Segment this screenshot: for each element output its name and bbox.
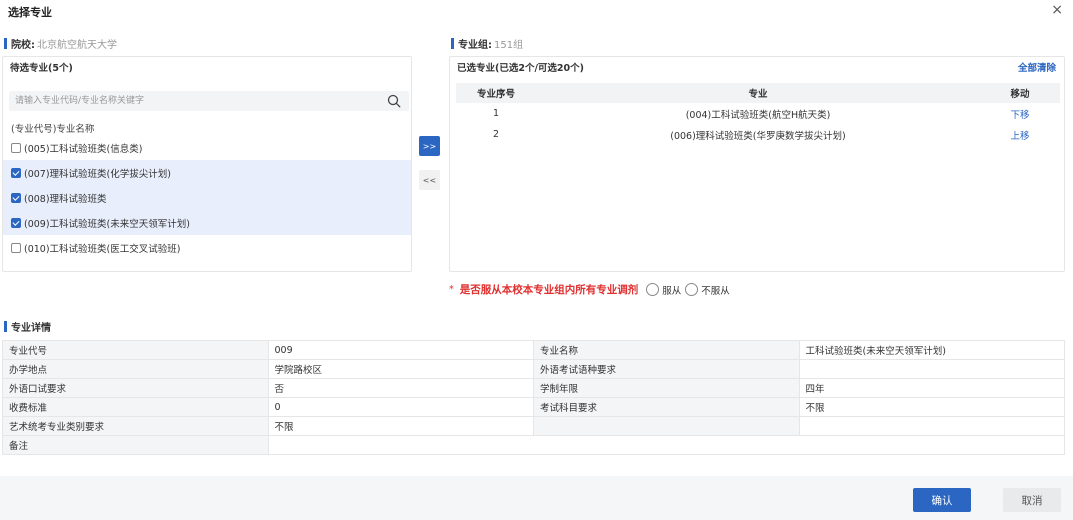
detail-value: 不限 (798, 397, 1065, 417)
detail-value: 工科试验班类(未来空天领军计划) (798, 340, 1065, 360)
candidate-label: (008)理科试验班类 (24, 193, 107, 205)
detail-value (267, 435, 1065, 455)
detail-value (798, 359, 1065, 379)
radio-button[interactable] (685, 283, 699, 296)
detail-value: 四年 (798, 378, 1065, 398)
detail-label: 学制年限 (533, 378, 800, 398)
detail-row: 办学地点 学院路校区 外语考试语种要求 (2, 359, 1065, 379)
column-header: 专业 (536, 83, 980, 103)
close-icon[interactable]: × (1051, 2, 1063, 18)
confirm-button[interactable]: 确认 (913, 488, 971, 512)
candidate-item[interactable]: (010)工科试验班类(医工交叉试验班) (3, 235, 411, 260)
detail-row: 备注 (2, 435, 1065, 455)
option-label: 不服从 (701, 285, 730, 297)
school-label: 院校: 北京航空航天大学 (4, 36, 117, 51)
candidate-item[interactable]: (008)理科试验班类 (3, 185, 411, 210)
selected-table: 专业序号 专业 移动 1 (004)工科试验班类(航空H航天类) 下移 2 (0… (456, 83, 1060, 145)
detail-value: 0 (267, 397, 534, 417)
school-value: 北京航空航天大学 (37, 40, 117, 51)
detail-value: 否 (267, 378, 534, 398)
candidate-label: (005)工科试验班类(信息类) (24, 143, 143, 155)
candidate-item[interactable]: (005)工科试验班类(信息类) (3, 135, 411, 160)
details-table: 专业代号 009 专业名称 工科试验班类(未来空天领军计划) 办学地点 学院路校… (2, 340, 1065, 455)
detail-value: 不限 (267, 416, 534, 436)
table-row: 1 (004)工科试验班类(航空H航天类) 下移 (456, 103, 1060, 124)
detail-label: 艺术统考专业类别要求 (2, 416, 269, 436)
candidate-label: (009)工科试验班类(未来空天领军计划) (24, 218, 190, 230)
detail-label: 收费标准 (2, 397, 269, 417)
row-major: (004)工科试验班类(航空H航天类) (685, 109, 831, 121)
detail-value: 009 (267, 340, 534, 360)
select-major-dialog: 选择专业 × 院校: 北京航空航天大学 专业组: 151组 待选专业(5个) (… (0, 0, 1073, 520)
checkbox[interactable] (11, 242, 21, 253)
detail-value: 学院路校区 (267, 359, 534, 379)
detail-label: 考试科目要求 (533, 397, 800, 417)
remove-selected-button[interactable]: << (419, 170, 440, 190)
detail-value (798, 416, 1065, 436)
detail-row: 艺术统考专业类别要求 不限 (2, 416, 1065, 436)
column-header: 专业序号 (456, 83, 536, 103)
adjust-question-text: 是否服从本校本专业组内所有专业调剂 (459, 284, 639, 296)
move-up-link[interactable]: 上移 (980, 124, 1060, 145)
details-title: 专业详情 (4, 319, 51, 334)
table-row: 2 (006)理科试验班类(华罗庚数学拔尖计划) 上移 (456, 124, 1060, 145)
radio-button[interactable] (646, 283, 660, 296)
candidate-list-header: (专业代号)专业名称 (11, 124, 95, 135)
group-label: 专业组: 151组 (451, 36, 523, 51)
candidate-item[interactable]: (009)工科试验班类(未来空天领军计划) (3, 210, 411, 235)
move-down-link[interactable]: 下移 (980, 103, 1060, 124)
cancel-button[interactable]: 取消 (1003, 488, 1061, 512)
section-bar (4, 38, 7, 49)
group-value: 151组 (494, 40, 524, 51)
search-input[interactable] (9, 91, 369, 111)
dialog-title: 选择专业 (8, 6, 52, 19)
column-header: 移动 (980, 83, 1060, 103)
detail-row: 专业代号 009 专业名称 工科试验班类(未来空天领军计划) (2, 340, 1065, 360)
detail-label: 备注 (2, 435, 269, 455)
group-key: 专业组: (458, 40, 492, 51)
detail-row: 外语口试要求 否 学制年限 四年 (2, 378, 1065, 398)
selected-header: 已选专业(已选2个/可选20个) 全部清除 (450, 57, 1064, 81)
detail-label (533, 416, 800, 436)
option-comply[interactable]: 服从 (646, 283, 681, 297)
detail-label: 专业名称 (533, 340, 800, 360)
search-box (9, 91, 409, 111)
candidate-label: (007)理科试验班类(化学拔尖计划) (24, 168, 171, 180)
candidate-item[interactable]: (007)理科试验班类(化学拔尖计划) (3, 160, 411, 185)
row-major: (006)理科试验班类(华罗庚数学拔尖计划) (670, 130, 846, 142)
row-index: 1 (492, 108, 500, 119)
detail-label: 专业代号 (2, 340, 269, 360)
required-star: * (449, 284, 454, 295)
selected-header-text: 已选专业(已选2个/可选20个) (457, 63, 584, 74)
detail-label: 办学地点 (2, 359, 269, 379)
clear-all-button[interactable]: 全部清除 (1018, 57, 1056, 81)
search-icon[interactable] (387, 94, 401, 108)
checkbox-checked[interactable] (11, 217, 21, 228)
section-bar (4, 321, 7, 332)
detail-label: 外语口试要求 (2, 378, 269, 398)
option-not-comply[interactable]: 不服从 (685, 283, 730, 297)
option-label: 服从 (662, 285, 682, 297)
checkbox-checked[interactable] (11, 192, 21, 203)
dialog-footer: 确认 取消 (0, 476, 1073, 520)
checkbox-checked[interactable] (11, 167, 21, 178)
detail-row: 收费标准 0 考试科目要求 不限 (2, 397, 1065, 417)
adjust-question: * 是否服从本校本专业组内所有专业调剂 服从 不服从 (449, 282, 734, 297)
section-bar (451, 38, 454, 49)
candidate-list: (005)工科试验班类(信息类) (007)理科试验班类(化学拔尖计划) (00… (3, 135, 411, 260)
details-title-text: 专业详情 (11, 323, 51, 334)
checkbox[interactable] (11, 142, 21, 153)
candidate-panel: 待选专业(5个) (专业代号)专业名称 (005)工科试验班类(信息类) (00… (2, 56, 412, 272)
school-key: 院校: (11, 40, 35, 51)
candidate-header: 待选专业(5个) (10, 63, 73, 74)
selected-panel: 已选专业(已选2个/可选20个) 全部清除 专业序号 专业 移动 1 (004)… (449, 56, 1065, 272)
add-selected-button[interactable]: >> (419, 136, 440, 156)
row-index: 2 (492, 129, 500, 140)
candidate-label: (010)工科试验班类(医工交叉试验班) (24, 243, 181, 255)
detail-label: 外语考试语种要求 (533, 359, 800, 379)
